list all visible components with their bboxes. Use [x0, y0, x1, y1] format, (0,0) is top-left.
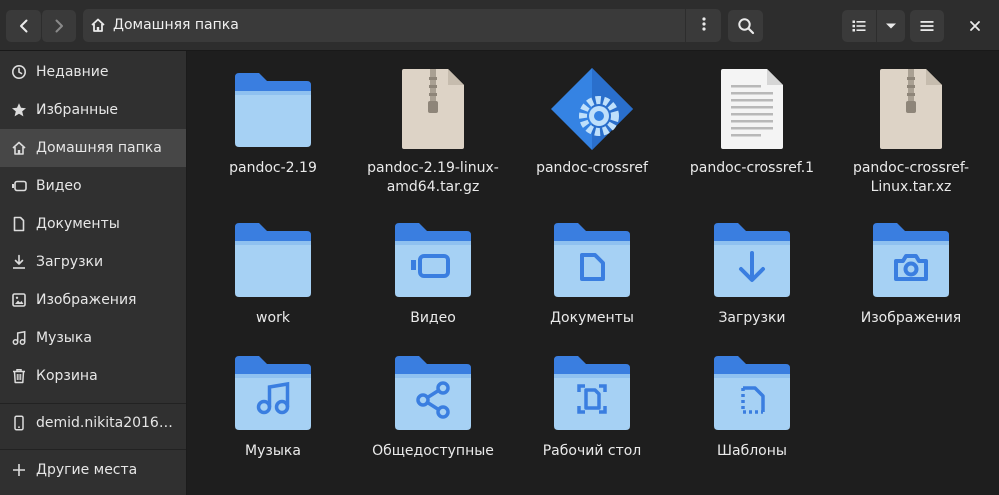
- trash-icon: [10, 367, 28, 385]
- folder-public-icon: [385, 344, 481, 440]
- view-list-button[interactable]: [842, 10, 876, 42]
- folder-desktop-icon: [544, 344, 640, 440]
- folder-templates-icon: [704, 344, 800, 440]
- image-icon: [10, 291, 28, 309]
- archive-icon: [863, 61, 959, 157]
- back-button[interactable]: [6, 10, 41, 42]
- sidebar-item-music[interactable]: Музыка: [0, 319, 186, 357]
- file-label: Документы: [550, 310, 634, 326]
- sidebar-item-label: Другие места: [36, 462, 138, 478]
- file-label: pandoc-2.19: [229, 160, 317, 176]
- file-item[interactable]: Загрузки: [682, 211, 822, 328]
- file-item[interactable]: pandoc-crossref-Linux.tar.xz: [841, 61, 981, 197]
- list-view-icon: [851, 18, 867, 34]
- file-label: Музыка: [245, 443, 301, 459]
- file-item[interactable]: Документы: [522, 211, 662, 328]
- forward-button[interactable]: [41, 10, 76, 42]
- sidebar: Недавние Избранные Домашняя папка Видео …: [0, 51, 187, 495]
- sidebar-item-label: Видео: [36, 178, 82, 194]
- download-icon: [10, 253, 28, 271]
- sidebar-item-label: Домашняя папка: [36, 140, 162, 156]
- search-icon: [737, 17, 755, 35]
- close-button[interactable]: [958, 10, 992, 42]
- clock-icon: [10, 63, 28, 81]
- main-menu-button[interactable]: [910, 10, 944, 42]
- file-label: pandoc-crossref-Linux.tar.xz: [852, 160, 970, 195]
- archive-icon: [385, 61, 481, 157]
- sidebar-divider: [0, 449, 186, 450]
- video-icon: [10, 177, 28, 195]
- file-label: Загрузки: [718, 310, 786, 326]
- sidebar-item-other-locations[interactable]: Другие места: [0, 451, 186, 489]
- file-item[interactable]: pandoc-2.19: [203, 61, 343, 178]
- file-item[interactable]: Видео: [363, 211, 503, 328]
- music-icon: [10, 329, 28, 347]
- folder-documents-icon: [544, 211, 640, 307]
- folder-icon: [225, 61, 321, 157]
- file-label: pandoc-crossref.1: [689, 160, 815, 176]
- file-label: Изображения: [860, 310, 962, 326]
- sidebar-item-starred[interactable]: Избранные: [0, 91, 186, 129]
- file-item[interactable]: pandoc-crossref: [522, 61, 662, 178]
- header-bar: Домашняя папка: [0, 0, 999, 51]
- file-label: work: [256, 310, 290, 326]
- file-item[interactable]: pandoc-crossref.1: [682, 61, 822, 178]
- home-icon: [10, 139, 28, 157]
- file-item[interactable]: Музыка: [203, 344, 343, 461]
- sidebar-item-home[interactable]: Домашняя папка: [0, 129, 186, 167]
- file-item[interactable]: work: [203, 211, 343, 328]
- sidebar-item-trash[interactable]: Корзина: [0, 357, 186, 395]
- close-icon: [968, 19, 982, 33]
- sidebar-item-label: Загрузки: [36, 254, 104, 270]
- folder-videos-icon: [385, 211, 481, 307]
- sidebar-item-label: Корзина: [36, 368, 98, 384]
- sidebar-item-label: Музыка: [36, 330, 92, 346]
- sidebar-item-label: demid.nikita2016…: [36, 415, 173, 431]
- view-options-button[interactable]: [877, 10, 905, 42]
- sidebar-item-videos[interactable]: Видео: [0, 167, 186, 205]
- file-item[interactable]: Шаблоны: [682, 344, 822, 461]
- search-button[interactable]: [728, 10, 763, 42]
- chevron-down-icon: [884, 19, 898, 33]
- sidebar-item-recent[interactable]: Недавние: [0, 53, 186, 91]
- file-item[interactable]: Рабочий стол: [522, 344, 662, 461]
- sidebar-item-documents[interactable]: Документы: [0, 205, 186, 243]
- file-label: Видео: [410, 310, 456, 326]
- back-icon: [16, 18, 32, 34]
- star-icon: [10, 101, 28, 119]
- sidebar-item-pictures[interactable]: Изображения: [0, 281, 186, 319]
- text-file-icon: [704, 61, 800, 157]
- sidebar-item-device[interactable]: demid.nikita2016…: [0, 404, 186, 442]
- folder-music-icon: [225, 344, 321, 440]
- more-vert-icon: [696, 16, 712, 36]
- file-label: Общедоступные: [372, 443, 494, 459]
- file-item[interactable]: Общедоступные: [363, 344, 503, 461]
- sidebar-item-label: Избранные: [36, 102, 118, 118]
- file-label: pandoc-2.19-linux-amd64.tar.gz: [367, 160, 499, 195]
- executable-icon: [544, 61, 640, 157]
- file-label: Рабочий стол: [542, 443, 642, 459]
- sidebar-item-label: Недавние: [36, 64, 109, 80]
- path-bar[interactable]: Домашняя папка: [83, 9, 721, 42]
- hamburger-menu-icon: [919, 18, 935, 34]
- file-label: Шаблоны: [717, 443, 787, 459]
- file-item[interactable]: Изображения: [841, 211, 981, 328]
- path-label: Домашняя папка: [113, 17, 239, 33]
- home-icon: [90, 17, 106, 37]
- forward-icon: [51, 18, 67, 34]
- sidebar-item-label: Изображения: [36, 292, 137, 308]
- phone-icon: [10, 414, 28, 432]
- plus-icon: [10, 461, 28, 479]
- sidebar-item-label: Документы: [36, 216, 120, 232]
- document-icon: [10, 215, 28, 233]
- file-grid: pandoc-2.19 pandoc-2.19-linux-amd64.tar.…: [187, 51, 999, 495]
- sidebar-item-downloads[interactable]: Загрузки: [0, 243, 186, 281]
- folder-pictures-icon: [863, 211, 959, 307]
- file-item[interactable]: pandoc-2.19-linux-amd64.tar.gz: [363, 61, 503, 197]
- path-menu-button[interactable]: [686, 9, 721, 42]
- folder-icon: [225, 211, 321, 307]
- folder-downloads-icon: [704, 211, 800, 307]
- file-label: pandoc-crossref: [536, 160, 648, 176]
